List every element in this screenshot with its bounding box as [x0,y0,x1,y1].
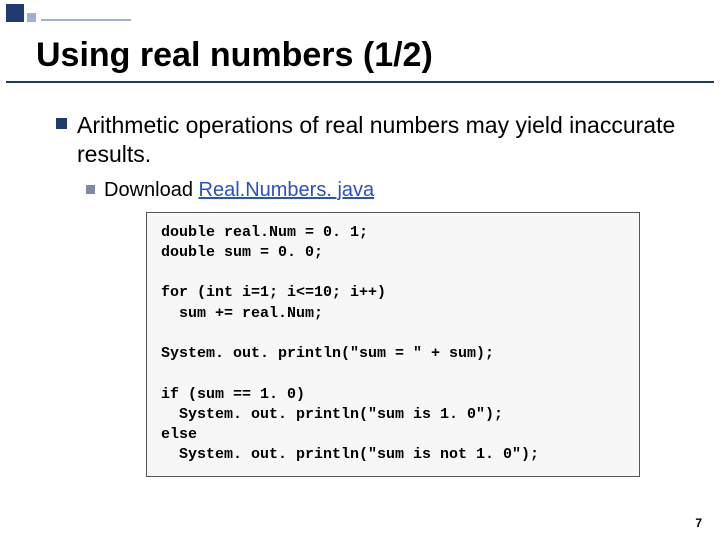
page-number: 7 [695,516,702,530]
slide-corner-decoration [6,4,131,22]
bullet-level2: Download Real.Numbers. java [86,179,700,202]
deco-square-large [6,4,24,22]
bullet-square-icon [56,118,67,129]
download-link[interactable]: Real.Numbers. java [199,179,375,201]
code-listing: double real.Num = 0. 1; double sum = 0. … [146,212,640,477]
sub-bullet-prefix: Download [104,179,199,201]
deco-line [41,19,131,21]
deco-square-small [27,13,36,22]
slide-body: Arithmetic operations of real numbers ma… [0,83,720,477]
bullet-square-icon [86,185,95,194]
slide-title: Using real numbers (1/2) [36,36,684,75]
bullet-level1-text: Arithmetic operations of real numbers ma… [77,111,700,169]
bullet-level1: Arithmetic operations of real numbers ma… [56,111,700,169]
bullet-level2-text: Download Real.Numbers. java [104,179,374,202]
